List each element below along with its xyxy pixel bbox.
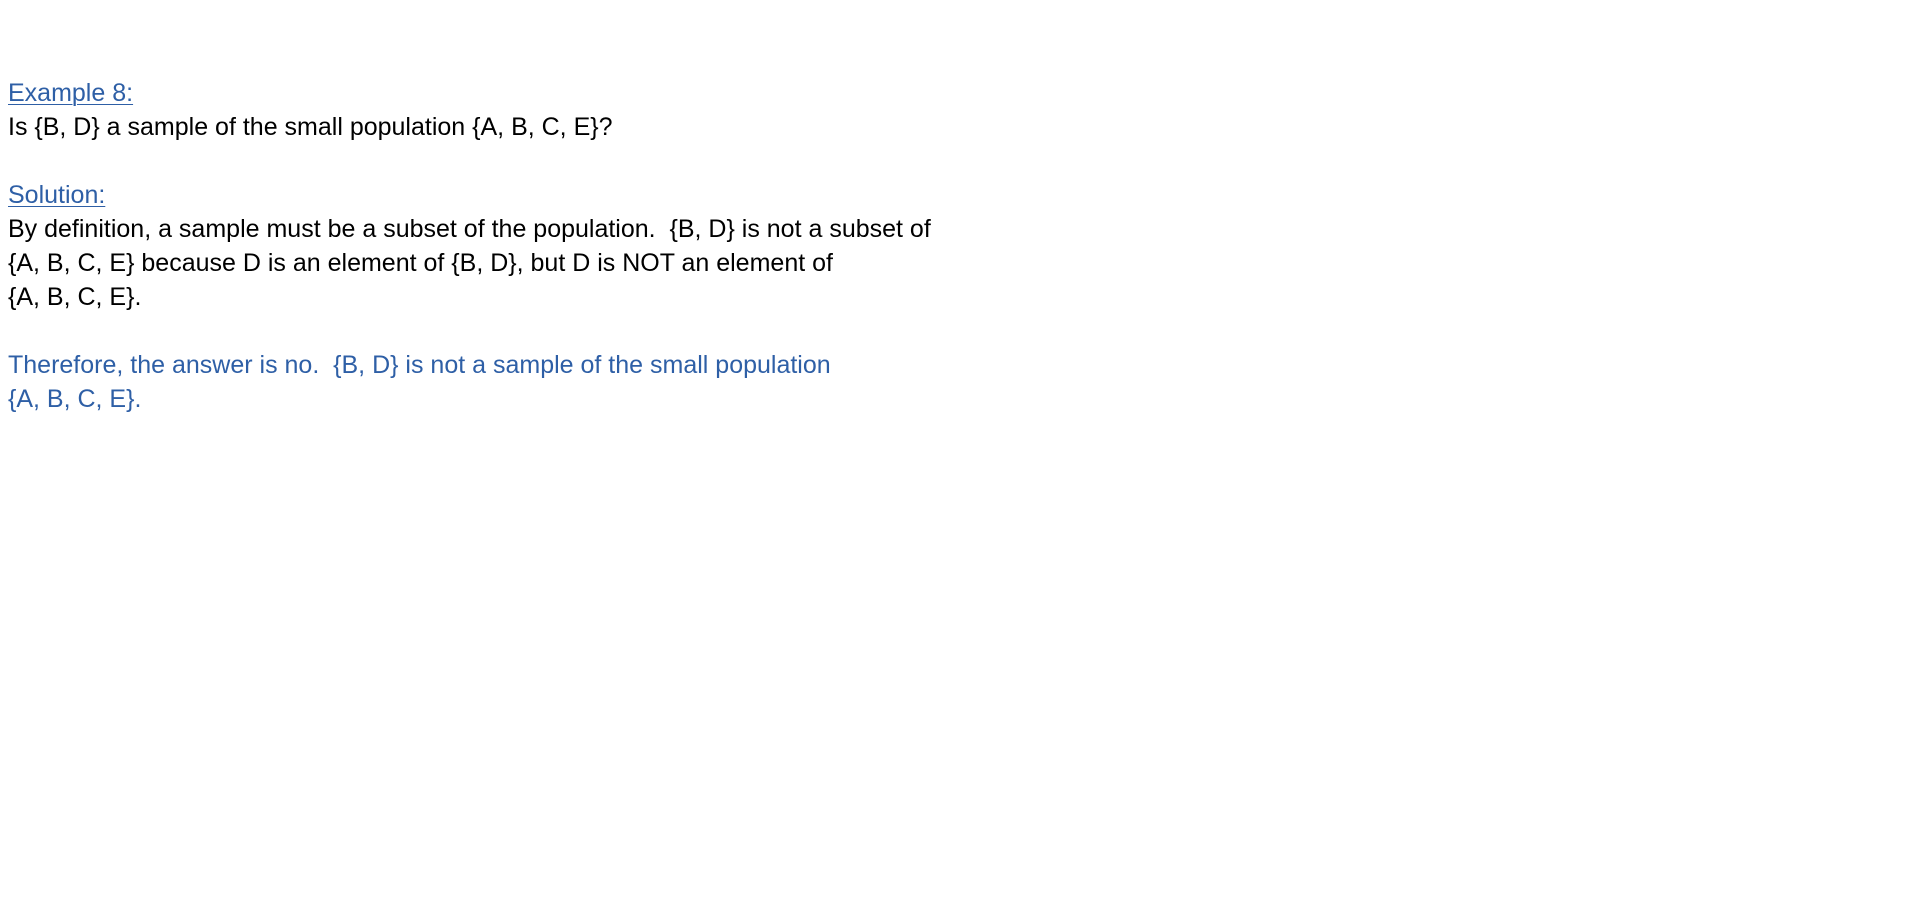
- solution-line-3: {A, B, C, E}.: [8, 283, 142, 311]
- example-question: Is {B, D} a sample of the small populati…: [8, 113, 613, 141]
- document-body: Example 8: Is {B, D} a sample of the sma…: [8, 76, 931, 416]
- solution-line-2: {A, B, C, E} because D is an element of …: [8, 249, 833, 277]
- conclusion-line-1: Therefore, the answer is no. {B, D} is n…: [8, 351, 831, 379]
- conclusion-line-2: {A, B, C, E}.: [8, 385, 142, 413]
- example-heading: Example 8:: [8, 79, 134, 107]
- solution-heading: Solution:: [8, 181, 106, 209]
- solution-line-1: By definition, a sample must be a subset…: [8, 215, 931, 243]
